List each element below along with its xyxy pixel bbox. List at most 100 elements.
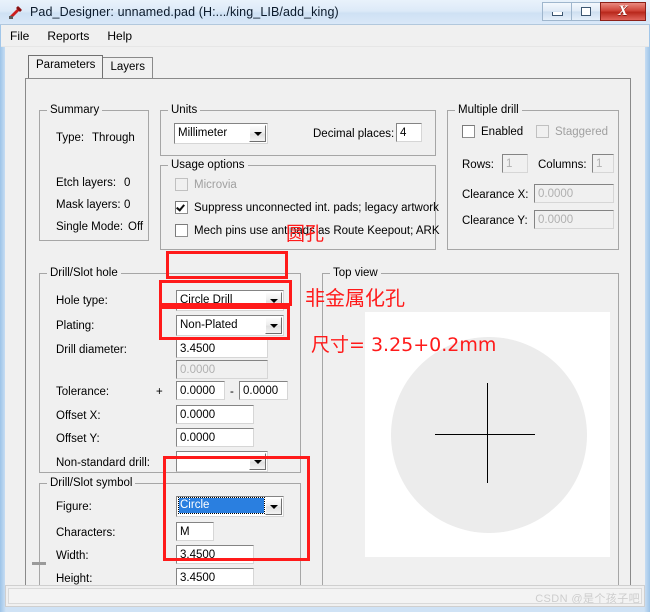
maximize-button[interactable] xyxy=(571,2,600,21)
summary-type-label: Type: xyxy=(56,132,85,144)
summary-mask-layers-label: Mask layers: xyxy=(56,199,121,211)
figure-combo[interactable]: Circle xyxy=(176,496,284,517)
units-combo[interactable]: Millimeter xyxy=(174,123,268,144)
clearance-x-label: Clearance X: xyxy=(462,189,529,201)
non-standard-drill-combo[interactable] xyxy=(176,451,268,472)
summary-mask-layers-value: 0 xyxy=(124,199,131,211)
scroll-nub[interactable] xyxy=(32,562,46,565)
close-button[interactable]: X xyxy=(600,2,646,21)
hole-type-combo-value: Circle Drill xyxy=(180,294,233,306)
window-title: Pad_Designer: unnamed.pad (H:.../king_LI… xyxy=(30,5,339,19)
checkbox-suppress-unconnected-label: Suppress unconnected int. pads; legacy a… xyxy=(194,201,439,214)
chevron-down-icon[interactable] xyxy=(249,453,266,470)
checkbox-suppress-unconnected[interactable]: Suppress unconnected int. pads; legacy a… xyxy=(175,201,439,214)
chevron-down-icon[interactable] xyxy=(265,317,282,334)
crosshair-icon xyxy=(435,434,535,435)
checkbox-suppress-unconnected-box[interactable] xyxy=(175,201,188,214)
plating-combo-value: Non-Plated xyxy=(180,319,238,331)
offset-x-label: Offset X: xyxy=(56,410,101,422)
pad-designer-icon xyxy=(8,4,24,20)
group-multiple-drill: Multiple drill Enabled Staggered Rows: 1… xyxy=(447,104,619,250)
hole-type-combo[interactable]: Circle Drill xyxy=(176,290,284,311)
tolerance-plus-sign: + xyxy=(156,386,163,398)
checkbox-microvia-box xyxy=(175,178,188,191)
rows-input[interactable]: 1 xyxy=(502,154,528,173)
decimal-places-input[interactable]: 4 xyxy=(396,123,422,142)
minimize-button[interactable] xyxy=(542,2,571,21)
tab-layers[interactable]: Layers xyxy=(102,57,153,78)
tab-strip: Parameters Layers xyxy=(28,55,153,78)
group-usage-options-caption: Usage options xyxy=(168,159,248,171)
menu-bar: File Reports Help xyxy=(1,25,649,47)
crosshair-vertical-icon xyxy=(487,383,488,483)
maximize-icon xyxy=(581,7,591,16)
minimize-icon xyxy=(551,11,563,16)
offset-y-input[interactable]: 0.0000 xyxy=(176,428,254,447)
checkbox-multiple-drill-enabled[interactable]: Enabled xyxy=(462,125,523,138)
annotation-non-plated-hole: 非金属化孔 xyxy=(305,286,405,310)
chevron-down-icon[interactable] xyxy=(249,125,266,142)
watermark: CSDN @是个孩子吧 xyxy=(535,593,640,605)
menu-item-help[interactable]: Help xyxy=(98,27,141,45)
drill-diameter-input[interactable]: 3.4500 xyxy=(176,339,268,358)
width-input[interactable]: 3.4500 xyxy=(176,545,254,564)
drill-diameter-second-input[interactable]: 0.0000 xyxy=(176,360,268,379)
checkbox-mech-pins-antipads-box[interactable] xyxy=(175,224,188,237)
summary-etch-layers-value: 0 xyxy=(124,177,131,189)
client-area: Parameters Layers Summary Type: Through … xyxy=(5,47,645,607)
checkbox-microvia-label: Microvia xyxy=(194,178,237,191)
checkbox-staggered-box xyxy=(536,125,549,138)
menu-item-reports[interactable]: Reports xyxy=(38,27,98,45)
plating-combo[interactable]: Non-Plated xyxy=(176,315,284,336)
height-label: Height: xyxy=(56,573,93,585)
decimal-places-label: Decimal places: xyxy=(313,128,395,140)
offset-x-input[interactable]: 0.0000 xyxy=(176,405,254,424)
checkbox-microvia: Microvia xyxy=(175,178,237,191)
check-icon xyxy=(176,202,185,212)
summary-type-value: Through xyxy=(92,132,135,144)
rows-label: Rows: xyxy=(462,159,494,171)
group-summary: Summary Type: Through Etch layers: 0 Mas… xyxy=(39,104,149,241)
annotation-size-note: 尺寸= 3.25+0.2mm xyxy=(311,334,497,356)
title-bar[interactable]: Pad_Designer: unnamed.pad (H:.../king_LI… xyxy=(0,0,650,25)
checkbox-staggered-label: Staggered xyxy=(555,125,609,138)
menu-item-file[interactable]: File xyxy=(1,27,38,45)
tolerance-plus-input[interactable]: 0.0000 xyxy=(176,381,225,400)
group-multiple-drill-caption: Multiple drill xyxy=(455,104,522,116)
window-controls: X xyxy=(542,2,646,21)
clearance-x-input[interactable]: 0.0000 xyxy=(534,184,614,203)
close-icon: X xyxy=(617,3,628,19)
group-drill-slot-symbol-caption: Drill/Slot symbol xyxy=(47,477,136,489)
checkbox-multiple-drill-enabled-box[interactable] xyxy=(462,125,475,138)
group-drill-slot-hole-caption: Drill/Slot hole xyxy=(47,267,121,279)
pad-circle xyxy=(391,337,587,533)
annotation-round-hole: 圆孔 xyxy=(286,223,325,245)
clearance-y-input[interactable]: 0.0000 xyxy=(534,210,614,229)
offset-y-label: Offset Y: xyxy=(56,433,100,445)
tab-parameters[interactable]: Parameters xyxy=(28,55,104,78)
units-combo-value: Millimeter xyxy=(178,127,228,139)
columns-label: Columns: xyxy=(538,159,587,171)
chevron-down-icon[interactable] xyxy=(265,498,282,515)
summary-single-mode-value: Off xyxy=(128,221,144,233)
group-drill-slot-symbol: Drill/Slot symbol Figure: Circle Charact… xyxy=(39,477,301,587)
columns-input[interactable]: 1 xyxy=(592,154,614,173)
group-top-view-caption: Top view xyxy=(330,267,381,279)
characters-label: Characters: xyxy=(56,527,116,539)
application-window: Pad_Designer: unnamed.pad (H:.../king_LI… xyxy=(0,0,650,612)
drill-diameter-label: Drill diameter: xyxy=(56,344,127,356)
group-units-caption: Units xyxy=(168,104,201,116)
non-standard-drill-label: Non-standard drill: xyxy=(56,457,150,469)
summary-single-mode-label: Single Mode: xyxy=(56,221,124,233)
figure-combo-value: Circle xyxy=(178,497,265,514)
summary-etch-layers-label: Etch layers: xyxy=(56,177,117,189)
chevron-down-icon[interactable] xyxy=(265,292,282,309)
checkbox-staggered: Staggered xyxy=(536,125,608,138)
characters-input[interactable]: M xyxy=(176,522,214,541)
group-top-view: Top view xyxy=(322,267,619,587)
figure-label: Figure: xyxy=(56,501,92,513)
clearance-y-label: Clearance Y: xyxy=(462,215,528,227)
group-units: Units Millimeter Decimal places: 4 xyxy=(160,104,436,156)
group-drill-slot-hole: Drill/Slot hole Hole type: Circle Drill … xyxy=(39,267,301,473)
tolerance-minus-input[interactable]: 0.0000 xyxy=(239,381,288,400)
